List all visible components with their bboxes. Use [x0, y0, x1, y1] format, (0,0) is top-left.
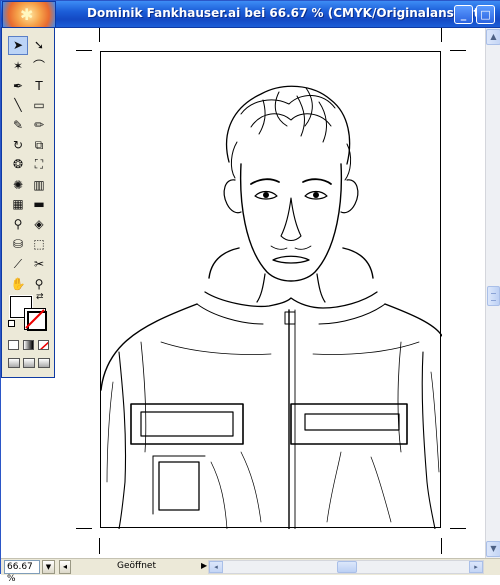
title-bar[interactable]: Dominik Fankhauser.ai bei 66.67 % (CMYK/…	[1, 1, 500, 28]
symbol-sprayer-tool-icon[interactable]: ✺	[8, 176, 28, 195]
artboard	[100, 51, 442, 529]
crop-mark	[99, 538, 100, 554]
live-paint-selection-tool-icon[interactable]: ⬚	[29, 235, 49, 254]
none-mode-icon[interactable]	[38, 340, 49, 350]
swap-fill-stroke-icon[interactable]: ⇄	[36, 292, 44, 302]
artboard-nav-button[interactable]: ◂	[59, 560, 71, 574]
portrait-line-drawing	[101, 85, 442, 529]
status-text[interactable]: Geöffnet	[117, 561, 156, 571]
horizontal-scroll-thumb[interactable]	[337, 561, 357, 573]
crop-mark	[76, 50, 92, 51]
type-tool-icon[interactable]: T	[29, 77, 49, 96]
rotate-tool-icon[interactable]: ↻	[8, 136, 28, 155]
direct-selection-tool-icon[interactable]: ➘	[29, 36, 49, 55]
status-menu-arrow-icon[interactable]: ▶	[201, 561, 207, 570]
pencil-tool-icon[interactable]: ✏	[29, 116, 49, 135]
selection-tool-icon[interactable]: ➤	[8, 36, 28, 55]
hand-tool-icon[interactable]: ✋	[8, 275, 28, 294]
pen-tool-icon[interactable]: ✒	[8, 77, 28, 96]
crop-mark	[99, 28, 100, 42]
live-paint-bucket-tool-icon[interactable]: ⛁	[8, 235, 28, 254]
gradient-mode-icon[interactable]	[23, 340, 34, 350]
standard-screen-mode-icon[interactable]	[8, 358, 20, 368]
none-stroke-icon	[25, 309, 45, 329]
zoom-dropdown-button[interactable]: ▼	[42, 560, 55, 574]
scroll-up-button[interactable]: ▲	[486, 29, 500, 45]
free-transform-tool-icon[interactable]: ⛶	[29, 155, 49, 174]
full-screen-menu-mode-icon[interactable]	[23, 358, 35, 368]
line-tool-icon[interactable]: ╲	[8, 96, 28, 115]
vertical-scrollbar[interactable]: ▲ ▼	[485, 28, 500, 558]
vertical-scroll-thumb[interactable]	[487, 286, 500, 306]
scroll-left-button[interactable]: ◂	[209, 561, 223, 573]
crop-mark	[441, 28, 442, 42]
crop-mark	[76, 528, 92, 529]
crop-mark	[441, 538, 442, 554]
lasso-tool-icon[interactable]: ⌒	[29, 57, 49, 76]
minimize-button[interactable]: _	[454, 5, 473, 24]
crop-mark	[450, 50, 466, 51]
window-title: Dominik Fankhauser.ai bei 66.67 % (CMYK/…	[87, 6, 485, 20]
status-bar: 66.67 % ▼ ◂ Geöffnet ▶ ◂ ▸	[1, 558, 500, 584]
horizontal-scrollbar[interactable]: ◂ ▸	[208, 560, 484, 574]
rectangle-tool-icon[interactable]: ▭	[29, 96, 49, 115]
blend-tool-icon[interactable]: ◈	[29, 215, 49, 234]
warp-tool-icon[interactable]: ❂	[8, 155, 28, 174]
graph-tool-icon[interactable]: ▥	[29, 176, 49, 195]
maximize-button[interactable]: □	[476, 5, 495, 24]
full-screen-mode-icon[interactable]	[38, 358, 50, 368]
slice-tool-icon[interactable]: ⟋	[8, 255, 28, 274]
document-canvas[interactable]	[1, 28, 485, 558]
illustrator-document-window: Dominik Fankhauser.ai bei 66.67 % (CMYK/…	[0, 0, 500, 584]
magic-wand-tool-icon[interactable]: ✶	[8, 57, 28, 76]
color-mode-icon[interactable]	[8, 340, 19, 350]
crop-mark	[450, 528, 466, 529]
illustrator-logo	[2, 1, 56, 28]
paintbrush-tool-icon[interactable]: ✎	[8, 116, 28, 135]
mesh-tool-icon[interactable]: ▦	[8, 195, 28, 214]
scroll-down-button[interactable]: ▼	[486, 541, 500, 557]
scale-tool-icon[interactable]: ⧉	[29, 136, 49, 155]
gradient-tool-icon[interactable]: ▬	[29, 195, 49, 214]
eyedropper-tool-icon[interactable]: ⚲	[8, 215, 28, 234]
scissors-tool-icon[interactable]: ✂	[29, 255, 49, 274]
default-colors-icon[interactable]	[8, 320, 15, 327]
scroll-right-button[interactable]: ▸	[469, 561, 483, 573]
tools-panel: ➤➘✶⌒✒T╲▭✎✏↻⧉❂⛶✺▥▦▬⚲◈⛁⬚⟋✂✋⚲ ⇄	[1, 1, 56, 378]
zoom-level-field[interactable]: 66.67 %	[4, 560, 40, 584]
